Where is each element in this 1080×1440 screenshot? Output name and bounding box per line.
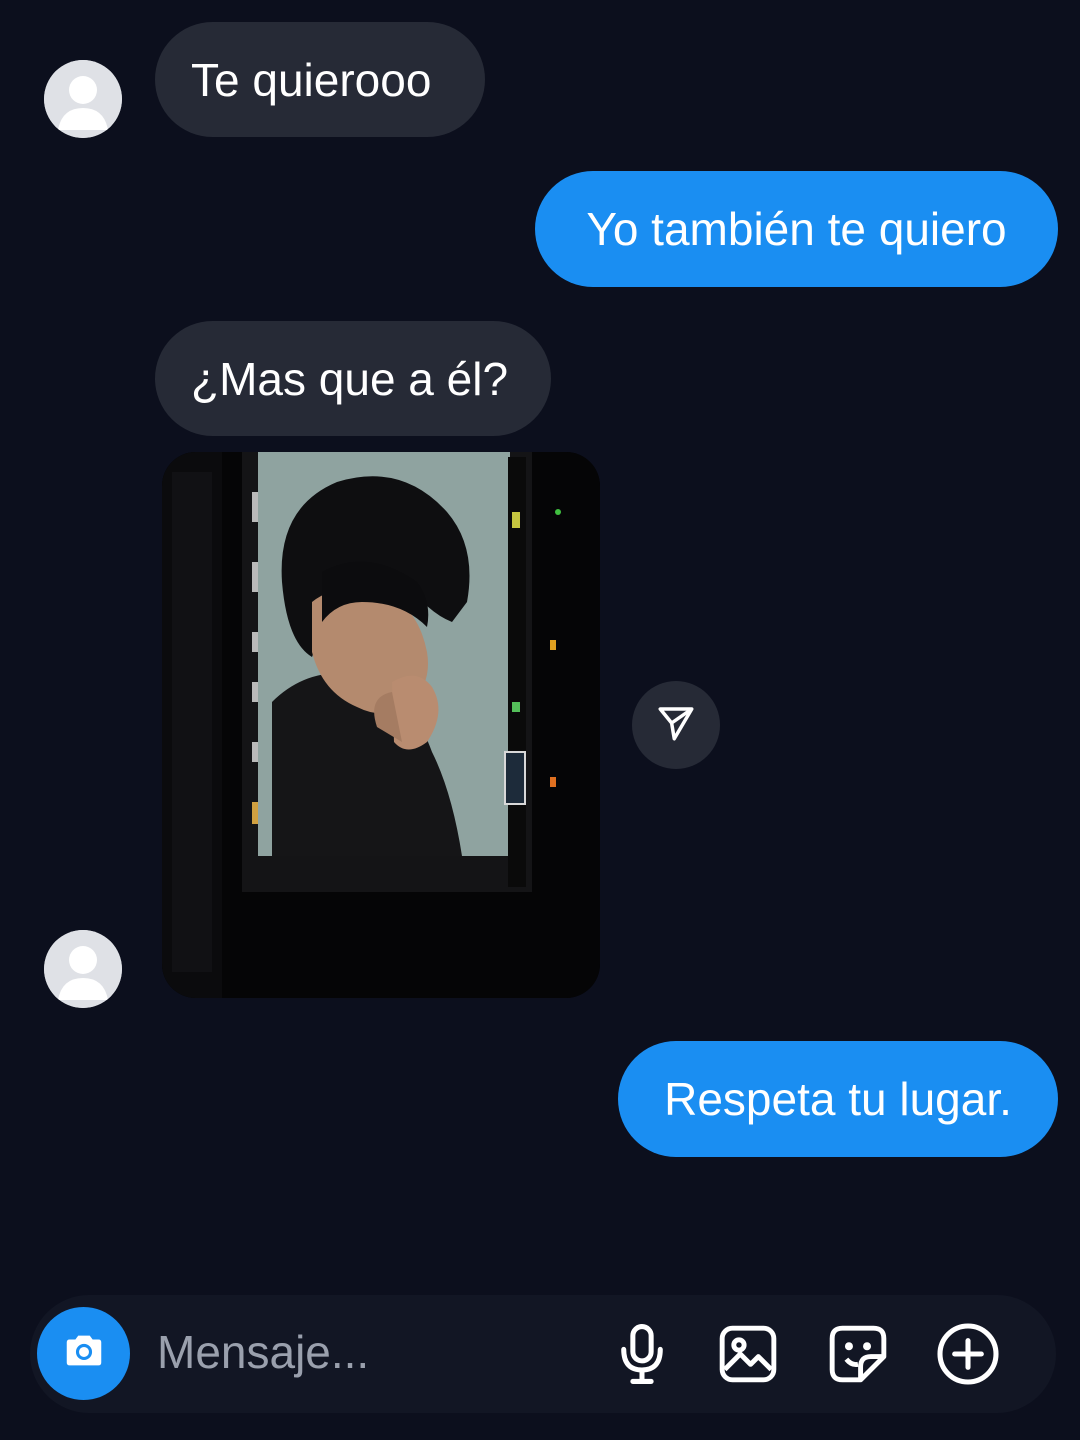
camera-icon [61,1328,107,1379]
message-bubble-incoming[interactable]: ¿Mas que a él? [155,321,551,436]
message-text: Yo también te quiero [586,203,1007,255]
camera-button[interactable] [37,1307,130,1400]
message-bubble-outgoing[interactable]: Respeta tu lugar. [618,1041,1058,1157]
plus-icon[interactable] [936,1322,1000,1386]
send-icon [655,702,697,749]
gallery-icon[interactable] [716,1322,780,1386]
message-bubble-outgoing[interactable]: Yo también te quiero [535,171,1058,287]
sticker-icon[interactable] [826,1322,890,1386]
share-button[interactable] [632,681,720,769]
message-text: Te quierooo [191,53,432,106]
contact-avatar[interactable] [44,930,122,1008]
message-input[interactable]: Mensaje... [157,1329,369,1375]
message-text: Respeta tu lugar. [664,1073,1012,1125]
contact-avatar[interactable] [44,60,122,138]
photo-message[interactable] [162,452,600,998]
mic-icon[interactable] [610,1322,674,1386]
message-composer: Mensaje... [30,1295,1056,1413]
message-bubble-incoming[interactable]: Te quierooo [155,22,485,137]
message-text: ¿Mas que a él? [191,352,509,405]
